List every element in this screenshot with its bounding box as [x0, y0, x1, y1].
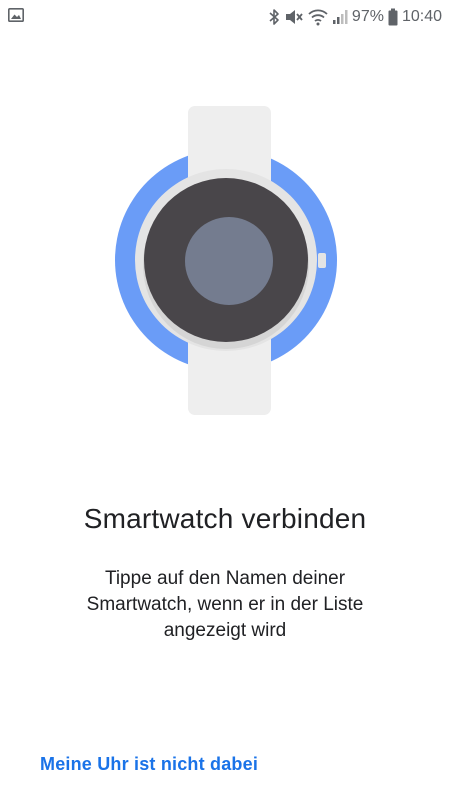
mute-icon [284, 8, 304, 26]
instruction-text: Tippe auf den Namen deiner Smartwatch, w… [86, 568, 364, 641]
watch-not-listed-button[interactable]: Meine Uhr ist nicht dabei [40, 754, 258, 775]
image-notification-icon [8, 7, 24, 27]
status-left [8, 7, 24, 27]
clock: 10:40 [401, 8, 442, 25]
signal-icon [332, 9, 348, 25]
watch-center [185, 217, 273, 305]
status-right: 97% 10:40 [268, 8, 442, 26]
smartwatch-illustration [115, 105, 337, 417]
bluetooth-icon [268, 8, 280, 26]
status-bar: 97% 10:40 [0, 0, 450, 34]
battery-percentage: 97% [351, 8, 384, 25]
battery-icon [388, 8, 398, 26]
screen: 97% 10:40 Smartwatch verbinden Tippe auf… [0, 0, 450, 800]
watch-crown [318, 253, 326, 268]
page-title: Smartwatch verbinden [83, 503, 367, 534]
wifi-icon [308, 8, 328, 26]
